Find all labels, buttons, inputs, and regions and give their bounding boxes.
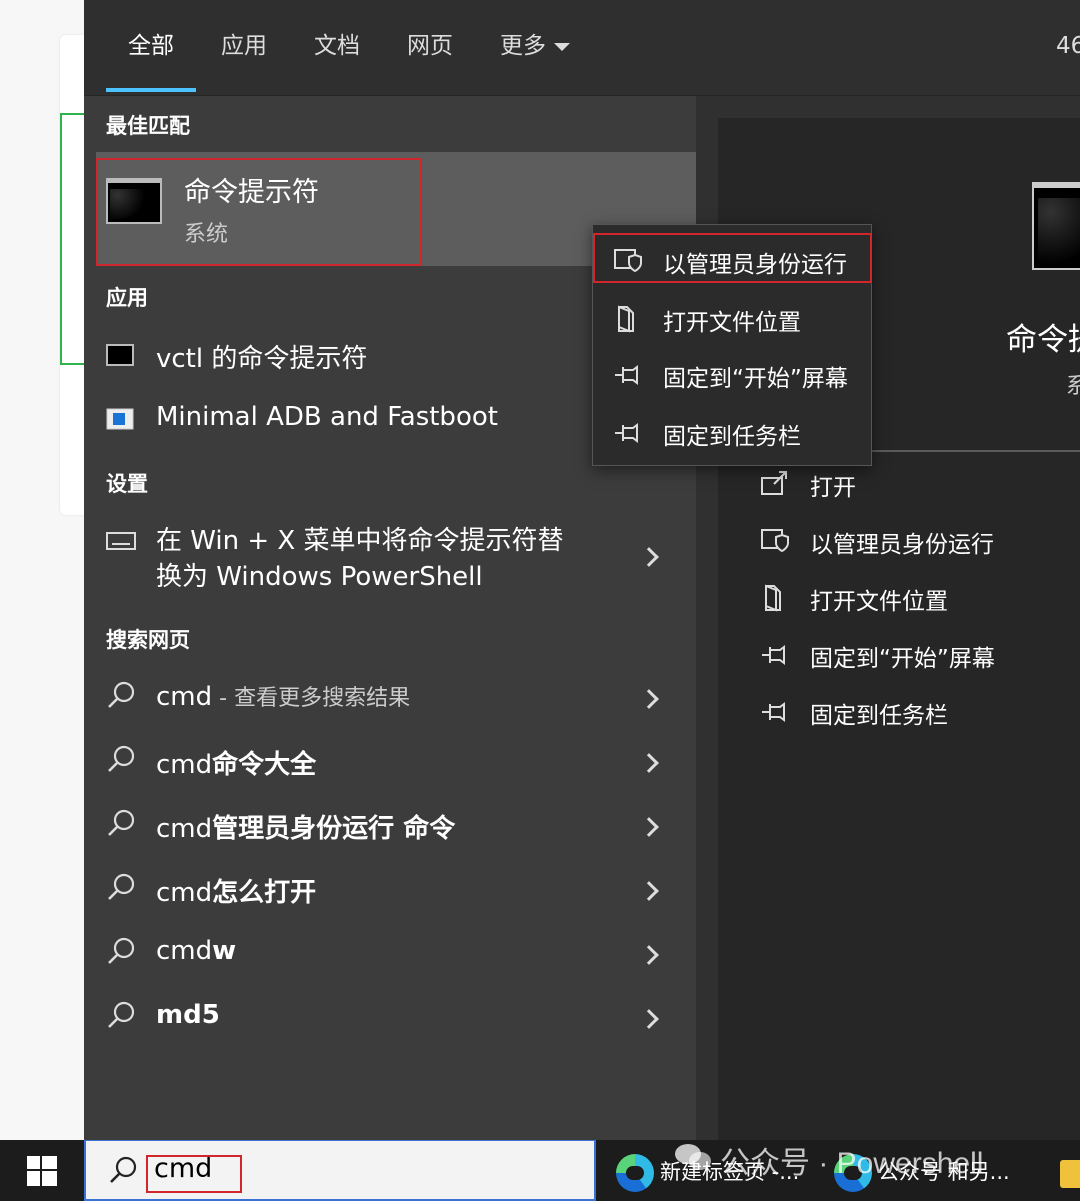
web-result-prefix: cmd — [156, 750, 213, 780]
web-result-bold: 管理员身份运行 命令 — [212, 814, 456, 844]
command-prompt-large-icon — [1032, 182, 1080, 270]
chevron-right-icon — [639, 881, 659, 901]
web-result-bold: 怎么打开 — [212, 878, 317, 908]
web-result-bold: 命令大全 — [212, 750, 317, 780]
web-result-item[interactable]: cmd - 查看更多搜索结果 — [84, 670, 696, 726]
web-result-item[interactable]: cmdw — [84, 926, 696, 982]
context-menu-pin-taskbar[interactable]: 固定到任务栏 — [593, 405, 873, 461]
context-menu-open-location[interactable]: 打开文件位置 — [593, 291, 873, 347]
chevron-down-icon — [554, 42, 570, 51]
web-result-item[interactable]: cmd管理员身份运行 命令 — [84, 798, 696, 854]
result-count: 46 — [1056, 33, 1080, 59]
active-tab-indicator — [106, 88, 196, 92]
web-result-item[interactable]: cmd命令大全 — [84, 734, 696, 790]
tab-more[interactable]: 更多 — [500, 28, 570, 64]
chevron-right-icon — [639, 817, 659, 837]
search-icon — [108, 873, 135, 900]
pin-icon — [615, 423, 638, 443]
section-web-search: 搜索网页 — [106, 628, 190, 652]
section-best-match: 最佳匹配 — [106, 114, 190, 138]
app-window-icon — [106, 408, 134, 430]
chevron-right-icon — [639, 945, 659, 965]
red-highlight-box — [146, 1155, 242, 1193]
start-button[interactable] — [0, 1140, 84, 1201]
search-icon — [108, 681, 135, 708]
wechat-icon — [675, 1144, 711, 1170]
pin-icon — [615, 365, 638, 385]
preview-action-label: 打开 — [810, 475, 856, 501]
search-icon — [108, 1001, 135, 1028]
web-result-item[interactable]: md5 — [84, 990, 696, 1046]
terminal-icon — [106, 344, 134, 366]
settings-item[interactable]: 在 Win + X 菜单中将命令提示符替 换为 Windows PowerShe… — [84, 516, 696, 598]
web-result-prefix: cmd — [156, 814, 213, 844]
file-explorer-icon[interactable] — [1060, 1160, 1080, 1188]
watermark-text: 公众号 · Powershell — [720, 1147, 984, 1180]
web-result-prefix: cmd — [156, 682, 213, 712]
chevron-right-icon — [639, 1009, 659, 1029]
section-settings: 设置 — [106, 472, 148, 496]
app-item-label: Minimal ADB and Fastboot — [156, 402, 498, 432]
web-result-bold: md5 — [156, 1000, 220, 1030]
web-result-prefix: cmd — [156, 878, 213, 908]
section-apps: 应用 — [106, 286, 148, 310]
preview-action-pin-taskbar[interactable]: 固定到任务栏 — [718, 688, 1080, 744]
search-panel: 全部 应用 文档 网页 更多 46 最佳匹配 命令提示符 系统 应用 vctl … — [84, 0, 1080, 1140]
preview-action-pin-start[interactable]: 固定到“开始”屏幕 — [718, 631, 1080, 687]
preview-action-open[interactable]: 打开 — [718, 460, 1080, 516]
search-icon — [110, 1156, 137, 1183]
tab-more-label: 更多 — [500, 33, 546, 59]
web-result-bold: w — [212, 936, 237, 966]
keyboard-icon — [106, 532, 136, 550]
context-menu-label: 打开文件位置 — [663, 310, 801, 336]
app-item-label: vctl 的命令提示符 — [156, 344, 368, 374]
taskbar-search-input[interactable]: cmd — [84, 1140, 596, 1201]
chevron-right-icon — [639, 689, 659, 709]
watermark: 公众号 · Powershell — [675, 1138, 984, 1182]
preview-action-label: 打开文件位置 — [810, 589, 948, 615]
settings-item-line1: 在 Win + X 菜单中将命令提示符替 — [156, 526, 564, 556]
pin-icon — [762, 702, 785, 722]
web-result-prefix: cmd — [156, 936, 213, 966]
tab-documents[interactable]: 文档 — [314, 28, 360, 64]
search-tabs-bar: 全部 应用 文档 网页 更多 46 — [84, 0, 1080, 96]
shield-icon — [761, 529, 789, 553]
red-highlight-box — [593, 233, 872, 283]
preview-subtitle: 系 — [1066, 374, 1080, 399]
preview-action-label: 以管理员身份运行 — [810, 532, 994, 558]
chevron-right-icon — [639, 753, 659, 773]
open-icon — [761, 471, 787, 495]
chevron-right-icon — [639, 547, 659, 567]
pin-icon — [762, 645, 785, 665]
context-menu: 以管理员身份运行 打开文件位置 固定到“开始”屏幕 固定到任务栏 — [592, 224, 872, 466]
context-menu-label: 固定到任务栏 — [663, 424, 801, 450]
folder-open-icon — [618, 305, 634, 333]
preview-action-run-as-admin[interactable]: 以管理员身份运行 — [718, 517, 1080, 573]
preview-action-open-location[interactable]: 打开文件位置 — [718, 574, 1080, 630]
windows-logo-icon — [27, 1156, 57, 1186]
context-menu-pin-start[interactable]: 固定到“开始”屏幕 — [593, 347, 873, 403]
edge-browser-icon — [616, 1154, 654, 1192]
tab-apps[interactable]: 应用 — [221, 28, 267, 64]
web-result-item[interactable]: cmd怎么打开 — [84, 862, 696, 918]
tab-web[interactable]: 网页 — [407, 28, 453, 64]
settings-item-line2: 换为 Windows PowerShell — [156, 562, 483, 592]
preview-action-label: 固定到“开始”屏幕 — [810, 646, 995, 672]
folder-open-icon — [765, 584, 781, 612]
red-highlight-box — [96, 158, 422, 266]
context-menu-label: 固定到“开始”屏幕 — [663, 366, 848, 392]
search-icon — [108, 745, 135, 772]
search-icon — [108, 937, 135, 964]
search-icon — [108, 809, 135, 836]
web-result-hint: - 查看更多搜索结果 — [212, 686, 411, 711]
tab-all[interactable]: 全部 — [128, 28, 174, 64]
preview-title: 命令提 — [1006, 322, 1080, 358]
preview-action-label: 固定到任务栏 — [810, 703, 948, 729]
